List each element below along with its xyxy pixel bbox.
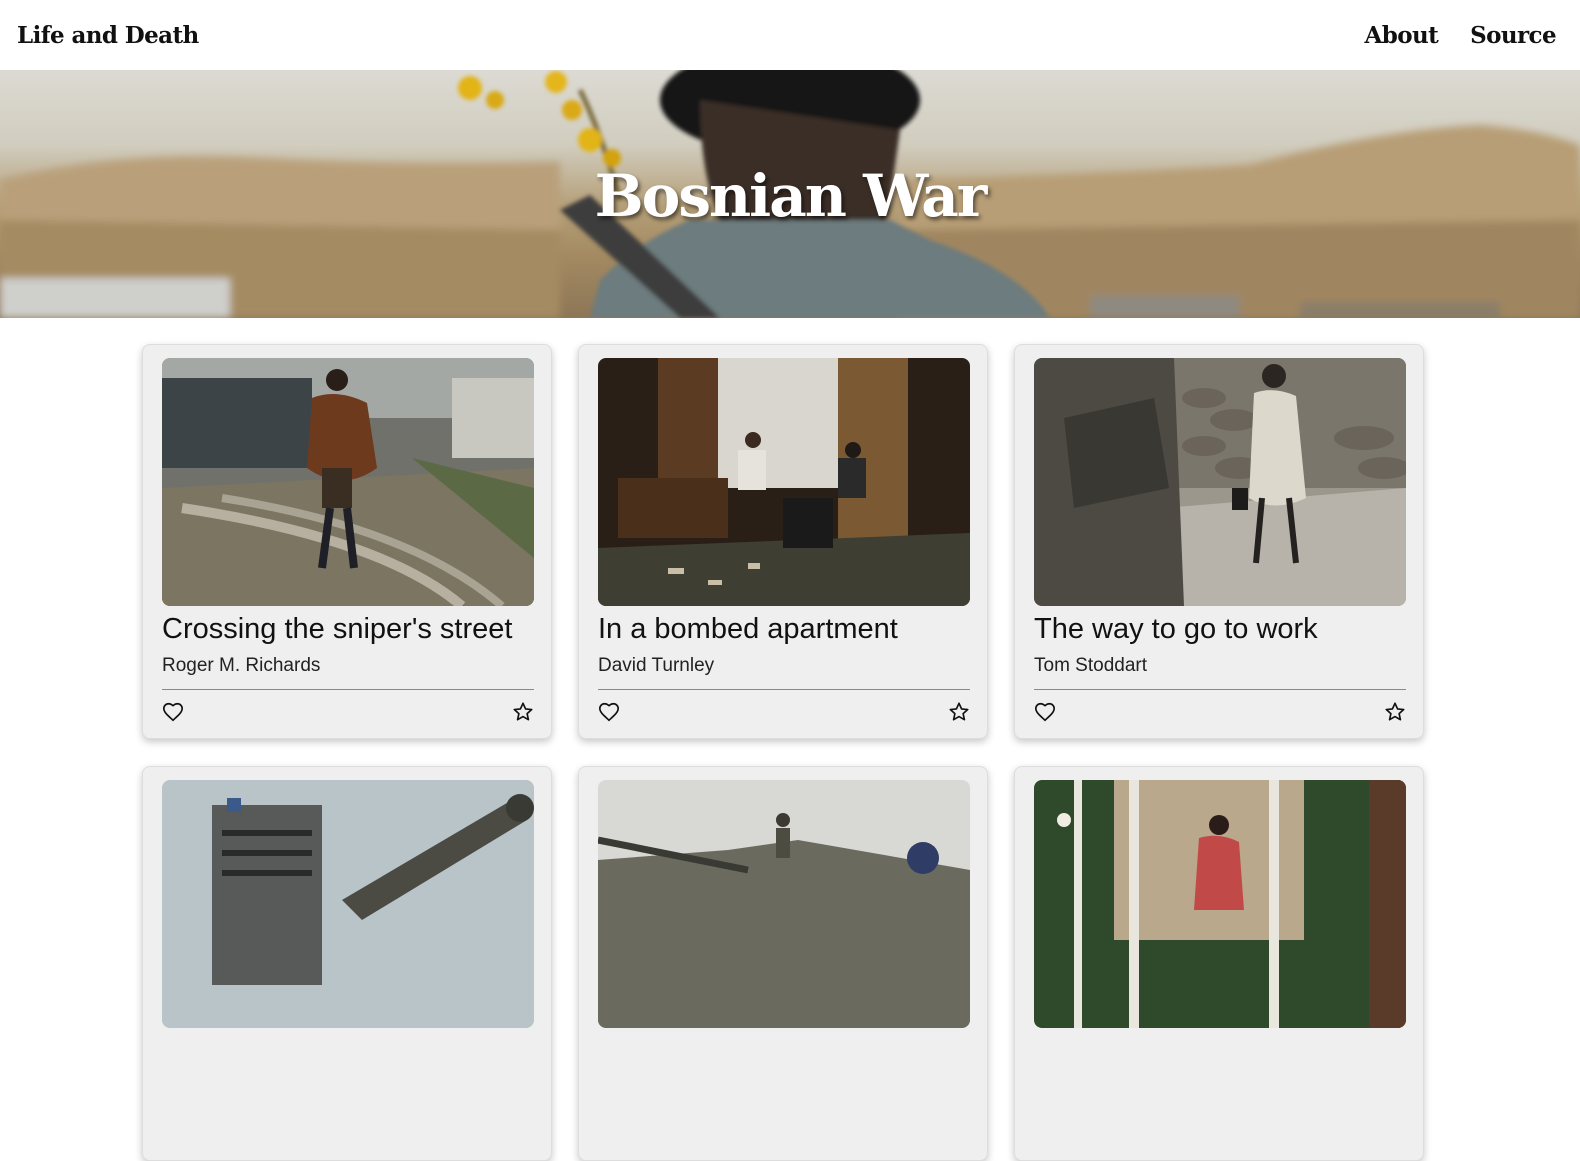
heart-outline-icon[interactable] bbox=[1034, 701, 1056, 723]
card-author: David Turnley bbox=[598, 655, 715, 676]
page-title: Bosnian War bbox=[594, 162, 988, 230]
heart-outline-icon[interactable] bbox=[598, 701, 620, 723]
brand-link[interactable]: Life and Death bbox=[17, 22, 199, 49]
hero-banner: Bosnian War bbox=[0, 70, 1580, 318]
top-nav: Life and Death About Source bbox=[0, 0, 1580, 70]
card-photo[interactable] bbox=[598, 358, 970, 606]
card-photo[interactable] bbox=[1034, 780, 1406, 1028]
card-title[interactable]: In a bombed apartment bbox=[598, 613, 978, 646]
heart-outline-icon[interactable] bbox=[162, 701, 184, 723]
card-divider bbox=[162, 689, 534, 690]
card-photo[interactable] bbox=[162, 358, 534, 606]
nav-link-about[interactable]: About bbox=[1365, 22, 1439, 49]
photo-card[interactable]: Crossing the sniper's street Roger M. Ri… bbox=[142, 344, 552, 739]
card-author: Tom Stoddart bbox=[1034, 655, 1147, 676]
photo-card[interactable] bbox=[1014, 766, 1424, 1161]
star-outline-icon[interactable] bbox=[948, 701, 970, 723]
card-divider bbox=[1034, 689, 1406, 690]
nav-link-source[interactable]: Source bbox=[1470, 22, 1556, 49]
card-title[interactable]: Crossing the sniper's street bbox=[162, 613, 542, 646]
photo-card[interactable]: The way to go to work Tom Stoddart bbox=[1014, 344, 1424, 739]
nav-links: About Source bbox=[1365, 22, 1557, 49]
photo-card[interactable]: In a bombed apartment David Turnley bbox=[578, 344, 988, 739]
card-author: Roger M. Richards bbox=[162, 655, 321, 676]
card-divider bbox=[598, 689, 970, 690]
card-photo[interactable] bbox=[1034, 358, 1406, 606]
card-title[interactable]: The way to go to work bbox=[1034, 613, 1414, 646]
photo-card[interactable] bbox=[142, 766, 552, 1161]
card-photo[interactable] bbox=[598, 780, 970, 1028]
star-outline-icon[interactable] bbox=[512, 701, 534, 723]
card-photo[interactable] bbox=[162, 780, 534, 1028]
star-outline-icon[interactable] bbox=[1384, 701, 1406, 723]
photo-card[interactable] bbox=[578, 766, 988, 1161]
